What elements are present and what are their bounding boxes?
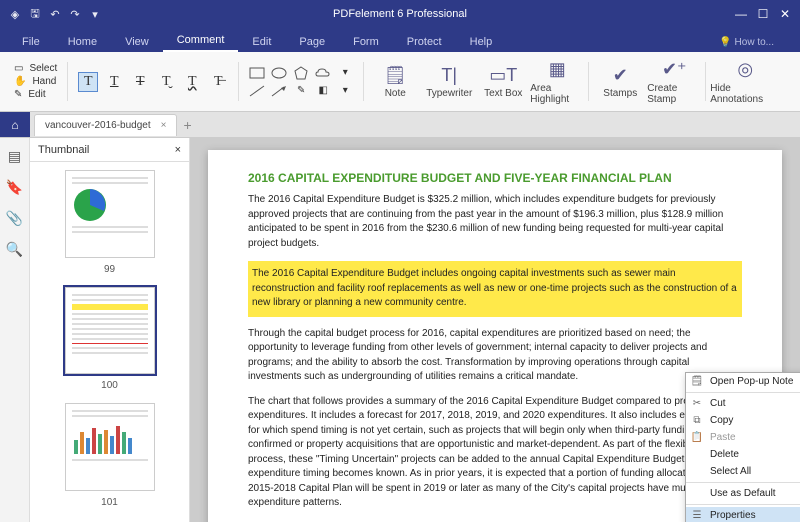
document-area[interactable]: 2016 CAPITAL EXPENDITURE BUDGET AND FIVE… [190, 138, 800, 522]
menu-view[interactable]: View [111, 32, 163, 52]
ctx-paste: 📋PasteCtrl+V [686, 429, 800, 446]
menu-edit[interactable]: Edit [238, 32, 285, 52]
close-button[interactable]: ✕ [776, 7, 794, 21]
qat-undo-icon[interactable]: ↶ [48, 7, 62, 21]
thumbnail-label-100: 100 [101, 380, 118, 391]
thumbnail-label-101: 101 [101, 497, 118, 508]
text-replace-tool[interactable]: T̶ [208, 72, 228, 92]
paragraph-1: The 2016 Capital Expenditure Budget is $… [248, 193, 742, 251]
select-icon: ▭ [14, 63, 23, 74]
ctx-select-all[interactable]: Select AllCtrl+A [686, 463, 800, 480]
search-icon[interactable]: 🔍 [6, 241, 23, 258]
create-stamp-icon: ✔⁺ [663, 59, 685, 81]
ctx-properties[interactable]: ☰Properties [686, 507, 800, 522]
ctx-open-popup-note[interactable]: 🗒Open Pop-up Note [686, 373, 800, 390]
thumbnail-panel-close[interactable]: × [175, 144, 181, 156]
thumbnail-page-101[interactable] [65, 403, 155, 491]
pencil-tool[interactable]: ✎ [293, 83, 309, 99]
menu-page[interactable]: Page [285, 32, 339, 52]
edit-icon: ✎ [14, 89, 22, 100]
add-tab-button[interactable]: + [183, 117, 191, 133]
text-underline-tool[interactable]: T [104, 72, 124, 92]
hand-icon: ✋ [14, 76, 26, 87]
highlighted-paragraph[interactable]: The 2016 Capital Expenditure Budget incl… [248, 261, 742, 317]
app-icon: ◈ [8, 7, 22, 21]
bookmarks-icon[interactable]: 🔖 [6, 179, 23, 196]
note-icon: 🗒 [690, 376, 704, 387]
qat-redo-icon[interactable]: ↷ [68, 7, 82, 21]
text-strikethrough-tool[interactable]: T [130, 72, 150, 92]
thumbnail-panel: Thumbnail × 99 100 101 [30, 138, 190, 522]
home-tab-icon[interactable]: ⌂ [0, 112, 30, 137]
text-squiggly-tool[interactable]: T [182, 72, 202, 92]
ctx-copy[interactable]: ⧉CopyCtrl+C [686, 412, 800, 429]
menu-home[interactable]: Home [54, 32, 111, 52]
typewriter-button[interactable]: T|Typewriter [422, 56, 476, 107]
cloud-shape[interactable] [315, 65, 331, 81]
hide-annotations-icon: ◎ [734, 59, 756, 81]
edit-tool[interactable]: ✎Edit [14, 89, 57, 100]
tab-label: vancouver-2016-budget [45, 120, 151, 131]
menu-bar: File Home View Comment Edit Page Form Pr… [0, 28, 800, 52]
hide-annotations-button[interactable]: ◎Hide Annotations [710, 56, 780, 107]
qat-save-icon[interactable]: 🖫 [28, 7, 42, 21]
left-sidebar: ▤ 🔖 📎 🔍 [0, 138, 30, 522]
typewriter-icon: T| [438, 64, 460, 86]
properties-icon: ☰ [690, 510, 704, 521]
shape-dropdown[interactable]: ▾ [337, 83, 353, 99]
qat-dropdown-icon[interactable]: ▾ [88, 7, 102, 21]
menu-form[interactable]: Form [339, 32, 393, 52]
app-title: PDFelement 6 Professional [333, 8, 467, 20]
paragraph-3: The chart that follows provides a summar… [248, 395, 742, 511]
note-icon: 🗒 [384, 64, 406, 86]
context-menu: 🗒Open Pop-up Note ✂CutCtrl+X ⧉CopyCtrl+C… [685, 372, 800, 522]
thumbnail-page-99[interactable] [65, 170, 155, 258]
select-tool[interactable]: ▭Select [14, 63, 57, 74]
maximize-button[interactable]: ☐ [754, 7, 772, 21]
copy-icon: ⧉ [690, 415, 704, 426]
paste-icon: 📋 [690, 432, 704, 443]
arrow-dropdown[interactable]: ▾ [337, 65, 353, 81]
textbox-icon: ▭T [492, 64, 514, 86]
stamps-button[interactable]: ✔Stamps [593, 56, 647, 107]
stamps-icon: ✔ [609, 64, 631, 86]
oval-shape[interactable] [271, 65, 287, 81]
ctx-cut[interactable]: ✂CutCtrl+X [686, 395, 800, 412]
thumbnails-icon[interactable]: ▤ [8, 148, 21, 165]
thumbnail-panel-title: Thumbnail [38, 144, 89, 156]
title-bar: ◈ 🖫 ↶ ↷ ▾ PDFelement 6 Professional — ☐ … [0, 0, 800, 28]
area-highlight-button[interactable]: ▦Area Highlight [530, 56, 584, 107]
create-stamp-button[interactable]: ✔⁺Create Stamp [647, 56, 701, 107]
menu-protect[interactable]: Protect [393, 32, 456, 52]
ctx-delete[interactable]: DeleteDelete [686, 446, 800, 463]
how-to-link[interactable]: 💡How to... [711, 33, 782, 52]
document-tab[interactable]: vancouver-2016-budget × [34, 114, 177, 136]
ctx-use-as-default[interactable]: Use as Default [686, 485, 800, 502]
textbox-button[interactable]: ▭TText Box [476, 56, 530, 107]
workspace: ▤ 🔖 📎 🔍 Thumbnail × 99 100 [0, 138, 800, 522]
menu-comment[interactable]: Comment [163, 30, 239, 52]
tab-strip: ⌂ vancouver-2016-budget × + [0, 112, 800, 138]
text-highlight-tool[interactable]: T [78, 72, 98, 92]
line-tool[interactable] [249, 83, 265, 99]
attachments-icon[interactable]: 📎 [6, 210, 23, 227]
menu-help[interactable]: Help [456, 32, 507, 52]
cut-icon: ✂ [690, 398, 704, 409]
page-heading: 2016 CAPITAL EXPENDITURE BUDGET AND FIVE… [248, 170, 742, 187]
polygon-shape[interactable] [293, 65, 309, 81]
minimize-button[interactable]: — [732, 7, 750, 21]
tab-close-icon[interactable]: × [161, 120, 167, 131]
paragraph-2: Through the capital budget process for 2… [248, 327, 742, 385]
text-caret-tool[interactable]: T̮ [156, 72, 176, 92]
rectangle-shape[interactable] [249, 65, 265, 81]
ribbon: ▭Select ✋Hand ✎Edit T T T T̮ T T̶ ▾ ✎ ◧ … [0, 52, 800, 112]
thumbnail-label-99: 99 [104, 264, 115, 275]
hand-tool[interactable]: ✋Hand [14, 76, 57, 87]
eraser-tool[interactable]: ◧ [315, 83, 331, 99]
thumbnail-page-100[interactable] [65, 287, 155, 375]
arrow-tool[interactable] [271, 83, 287, 99]
note-button[interactable]: 🗒Note [368, 56, 422, 107]
menu-file[interactable]: File [8, 32, 54, 52]
area-highlight-icon: ▦ [546, 59, 568, 81]
